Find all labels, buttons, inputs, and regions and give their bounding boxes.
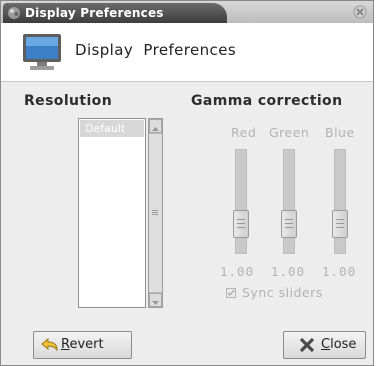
green-slider-thumb[interactable] — [281, 210, 297, 238]
close-mnemonic: C — [321, 337, 331, 352]
close-button[interactable]: Close — [283, 331, 366, 359]
red-slider-thumb[interactable] — [233, 210, 249, 238]
thumb-grip — [237, 219, 245, 220]
close-label-rest: lose — [330, 337, 357, 352]
close-icon[interactable] — [353, 5, 367, 19]
blue-slider[interactable] — [332, 149, 348, 254]
monitor-icon — [23, 34, 61, 70]
revert-label: Revert — [61, 332, 104, 358]
checkbox-icon — [226, 288, 236, 298]
thumb-grip — [237, 223, 245, 224]
red-label: Red — [231, 125, 257, 140]
revert-button[interactable]: Revert — [33, 331, 132, 359]
thumb-grip — [336, 219, 344, 220]
title-tab[interactable]: Display Preferences — [3, 3, 227, 23]
scroll-grip — [152, 212, 158, 213]
thumb-grip — [285, 227, 293, 228]
red-value: 1.00 — [220, 264, 255, 279]
thumb-grip — [285, 223, 293, 224]
title-bar[interactable]: Display Preferences — [1, 1, 373, 23]
window-title: Display Preferences — [25, 6, 164, 20]
chevron-down-icon — [152, 301, 159, 305]
sync-sliders-checkbox[interactable]: Sync sliders — [226, 285, 323, 300]
header: Display Preferences — [1, 23, 373, 82]
green-slider[interactable] — [281, 149, 297, 254]
app-icon — [8, 7, 20, 19]
scroll-grip — [152, 210, 158, 211]
blue-label: Blue — [325, 125, 355, 140]
scroll-thumb[interactable] — [149, 133, 162, 293]
thumb-grip — [285, 219, 293, 220]
resolution-heading: Resolution — [24, 93, 113, 109]
resolution-list[interactable]: Default — [78, 118, 146, 308]
thumb-grip — [336, 223, 344, 224]
header-title: Display Preferences — [75, 41, 237, 59]
gamma-heading: Gamma correction — [191, 93, 343, 109]
close-label: Close — [321, 332, 356, 358]
scroll-down-button[interactable] — [149, 293, 162, 307]
x-icon — [299, 337, 315, 353]
resolution-scrollbar[interactable] — [148, 118, 163, 308]
scroll-up-button[interactable] — [149, 119, 162, 133]
scroll-grip — [152, 214, 158, 215]
sync-sliders-label: Sync sliders — [242, 285, 323, 300]
thumb-grip — [237, 227, 245, 228]
thumb-grip — [336, 227, 344, 228]
check-mark-icon — [227, 289, 235, 297]
blue-slider-thumb[interactable] — [332, 210, 348, 238]
green-value: 1.00 — [271, 264, 306, 279]
revert-arrow-icon — [41, 337, 58, 352]
blue-value: 1.00 — [322, 264, 357, 279]
green-label: Green — [269, 125, 310, 140]
revert-label-rest: evert — [69, 337, 104, 352]
display-preferences-window: Display Preferences Display Preferences … — [0, 0, 374, 366]
resolution-item-default[interactable]: Default — [80, 120, 144, 137]
red-slider[interactable] — [233, 149, 249, 254]
